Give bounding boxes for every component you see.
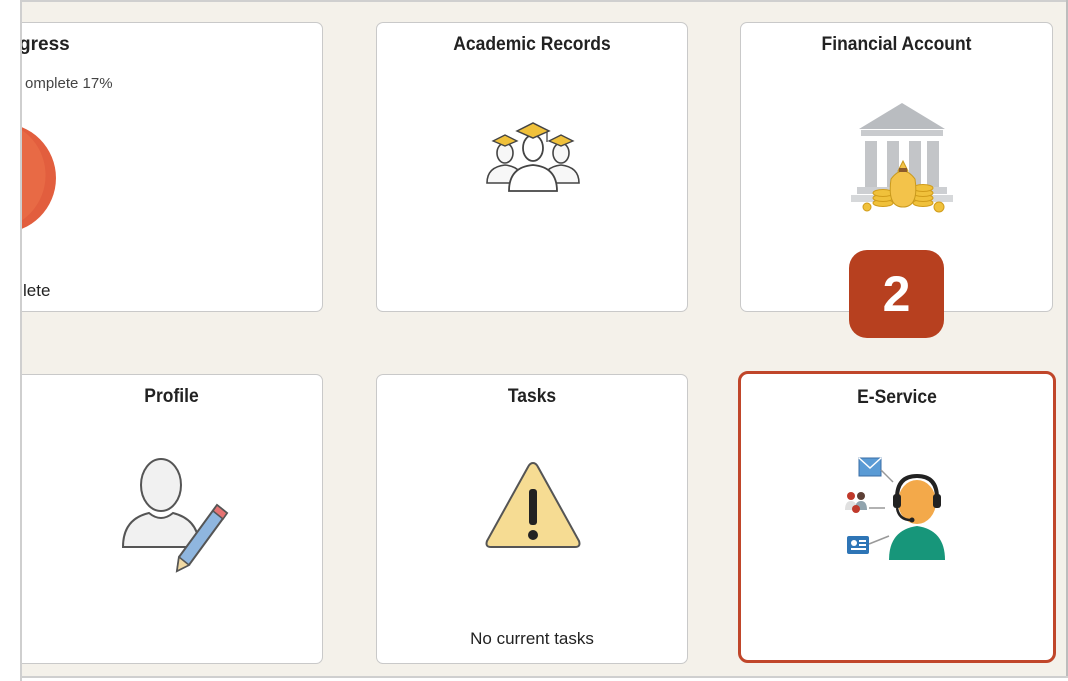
warning-icon: [485, 461, 581, 548]
tile-academic-records-title: Academic Records: [453, 34, 611, 55]
tile-profile-title: Profile: [144, 386, 199, 407]
dashboard-canvas: gress omplete 17% lete Academic Records: [0, 0, 1068, 681]
step-number-badge: 2: [849, 250, 944, 338]
tile-progress-title: gress: [19, 34, 70, 55]
tile-tasks-title: Tasks: [507, 386, 557, 407]
tile-e-service[interactable]: E-Service: [738, 371, 1056, 663]
tile-tasks-footer: No current tasks: [470, 629, 594, 648]
graduates-icon: [486, 122, 580, 192]
profile-edit-icon: [121, 458, 229, 573]
tile-progress[interactable]: gress omplete 17% lete: [0, 22, 323, 312]
left-frame-edge: [0, 0, 22, 681]
tile-profile[interactable]: Profile: [0, 374, 323, 664]
tile-academic-records[interactable]: Academic Records: [376, 22, 688, 312]
bank-coins-icon: [851, 103, 953, 213]
support-agent-icon: [845, 457, 945, 560]
tile-financial-account-title: Financial Account: [821, 34, 972, 55]
tile-e-service-title: E-Service: [857, 387, 937, 408]
tile-tasks[interactable]: Tasks No current tasks: [376, 374, 688, 664]
bottom-frame-edge: [0, 676, 1068, 681]
tile-progress-subtitle: omplete 17%: [25, 75, 113, 92]
tile-progress-footer: lete: [23, 281, 51, 300]
